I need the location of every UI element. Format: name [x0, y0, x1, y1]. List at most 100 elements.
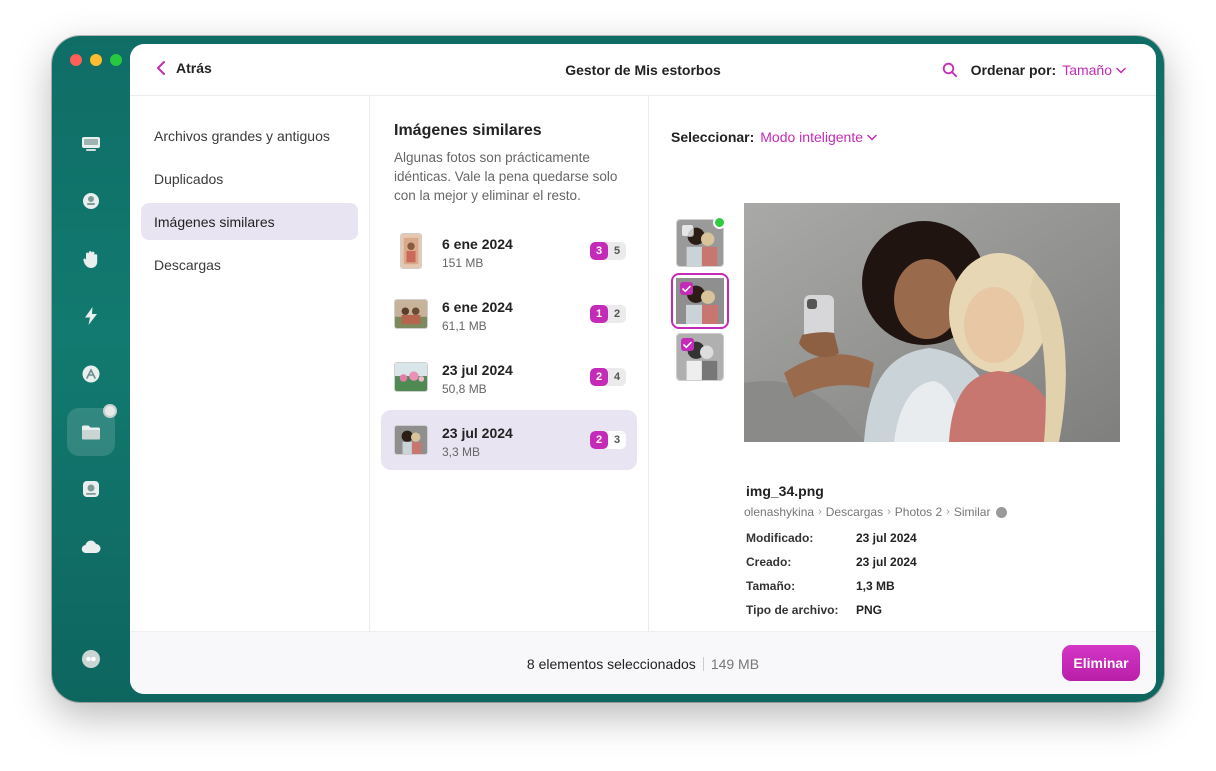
path-separator: ›: [946, 506, 950, 518]
path-separator: ›: [887, 506, 891, 518]
group-thumbnail: [400, 233, 422, 269]
group-thumbnail: [394, 362, 428, 392]
sort-dropdown[interactable]: Tamaño: [1062, 62, 1126, 78]
category-label: Descargas: [154, 256, 221, 273]
meta-value: 23 jul 2024: [856, 531, 917, 545]
selected-count: 2: [590, 368, 608, 386]
divider: [702, 657, 704, 671]
lightning-icon[interactable]: [73, 298, 109, 334]
category-large-old-files[interactable]: Archivos grandes y antiguos: [141, 117, 358, 154]
file-name: img_34.png: [746, 483, 824, 499]
selection-count: 8 elementos seleccionados: [526, 656, 696, 672]
hand-icon[interactable]: [73, 241, 109, 277]
app-sidebar: [52, 36, 130, 702]
path-segment[interactable]: Descargas: [826, 505, 883, 519]
group-thumbnail: [394, 425, 428, 455]
group-item[interactable]: 6 ene 2024 61,1 MB 12: [381, 284, 637, 344]
select-label: Seleccionar:: [671, 129, 755, 145]
top-bar: Atrás Gestor de Mis estorbos Ordenar por…: [130, 44, 1156, 96]
folder-icon[interactable]: [67, 404, 117, 456]
meta-row-file-type: Tipo de archivo: PNG: [746, 603, 882, 617]
path-segment[interactable]: olenashykina: [744, 505, 814, 519]
category-label: Imágenes similares: [154, 213, 275, 230]
select-mode-value: Modo inteligente: [760, 129, 864, 145]
apps-icon[interactable]: [73, 356, 109, 392]
app-window: Atrás Gestor de Mis estorbos Ordenar por…: [52, 36, 1164, 702]
assistant-icon[interactable]: [73, 641, 109, 677]
total-count: 4: [613, 371, 621, 383]
reveal-in-finder-icon[interactable]: [996, 506, 1008, 518]
total-count: 3: [613, 434, 621, 446]
group-date: 23 jul 2024: [442, 425, 513, 441]
checked-checkbox[interactable]: [680, 282, 693, 295]
meta-key: Tipo de archivo:: [746, 603, 839, 617]
sort-value: Tamaño: [1062, 62, 1112, 78]
group-size: 3,3 MB: [442, 445, 481, 459]
group-item[interactable]: 23 jul 2024 3,3 MB 23: [381, 410, 637, 470]
selected-count: 1: [590, 305, 608, 323]
cloud-icon[interactable]: [73, 529, 109, 565]
group-date: 6 ene 2024: [442, 236, 513, 252]
select-mode: Seleccionar: Modo inteligente: [671, 129, 877, 145]
selection-badge: 24: [590, 368, 626, 386]
best-photo-indicator: [713, 216, 726, 229]
category-similar-images[interactable]: Imágenes similares: [141, 203, 358, 240]
unchecked-checkbox[interactable]: [681, 224, 694, 237]
category-label: Duplicados: [154, 170, 224, 187]
group-date: 6 ene 2024: [442, 299, 513, 315]
delete-button[interactable]: Eliminar: [1062, 645, 1140, 681]
meta-key: Tamaño:: [746, 579, 796, 593]
group-thumbnail: [394, 299, 428, 329]
selection-size: 149 MB: [710, 656, 760, 672]
main-panel: Atrás Gestor de Mis estorbos Ordenar por…: [130, 44, 1156, 694]
groups-description: Algunas fotos son prácticamente idéntica…: [394, 150, 618, 203]
selection-badge: 23: [590, 431, 626, 449]
disk-icon[interactable]: [73, 126, 109, 162]
category-label: Archivos grandes y antiguos: [154, 127, 330, 144]
group-item[interactable]: 23 jul 2024 50,8 MB 24: [381, 347, 637, 407]
selected-count: 3: [590, 242, 608, 260]
total-count: 2: [613, 308, 621, 320]
select-mode-dropdown[interactable]: Modo inteligente: [760, 129, 877, 145]
sort-label: Ordenar por:: [970, 62, 1057, 78]
groups-panel: Imágenes similares Algunas fotos son prá…: [370, 96, 649, 631]
category-list: Archivos grandes y antiguos Duplicados I…: [130, 96, 370, 631]
similar-photo-thumbnail-selected[interactable]: [671, 273, 729, 329]
selection-badge: 35: [590, 242, 626, 260]
chevron-down-icon: [867, 134, 877, 141]
notification-dot: [103, 404, 117, 418]
group-size: 61,1 MB: [442, 319, 487, 333]
similar-photo-thumbnail[interactable]: [676, 333, 724, 381]
meta-value: 23 jul 2024: [856, 555, 917, 569]
meta-row-created: Creado: 23 jul 2024: [746, 555, 917, 569]
meta-key: Modificado:: [746, 531, 814, 545]
checked-checkbox[interactable]: [681, 338, 694, 351]
path-segment[interactable]: Similar: [954, 505, 991, 519]
groups-title: Imágenes similares: [394, 122, 542, 139]
chevron-down-icon: [1116, 67, 1126, 74]
group-size: 50,8 MB: [442, 382, 487, 396]
sort-control: Ordenar por: Tamaño: [971, 62, 1126, 78]
bottom-bar: 8 elementos seleccionados 149 MB Eliminar: [130, 631, 1156, 694]
search-icon[interactable]: [942, 62, 958, 78]
meta-row-modified: Modificado: 23 jul 2024: [746, 531, 917, 545]
image-preview: [744, 203, 1120, 442]
shredder-icon[interactable]: [73, 471, 109, 507]
category-duplicates[interactable]: Duplicados: [141, 160, 358, 197]
group-size: 151 MB: [442, 256, 484, 270]
meta-key: Creado:: [746, 555, 792, 569]
meta-row-size: Tamaño: 1,3 MB: [746, 579, 895, 593]
meta-value: 1,3 MB: [856, 579, 895, 593]
selection-summary: 8 elementos seleccionados 149 MB: [130, 656, 1156, 672]
selection-badge: 12: [590, 305, 626, 323]
group-date: 23 jul 2024: [442, 362, 513, 378]
group-item[interactable]: 6 ene 2024 151 MB 35: [381, 221, 637, 281]
selected-count: 2: [590, 431, 608, 449]
meta-value: PNG: [856, 603, 883, 617]
path-separator: ›: [818, 506, 822, 518]
file-path: olenashykina › Descargas › Photos 2 › Si…: [744, 505, 1008, 519]
detail-panel: Seleccionar: Modo inteligente img_34.png…: [649, 96, 1156, 631]
category-downloads[interactable]: Descargas: [141, 246, 358, 283]
privacy-icon[interactable]: [73, 183, 109, 219]
path-segment[interactable]: Photos 2: [895, 505, 942, 519]
